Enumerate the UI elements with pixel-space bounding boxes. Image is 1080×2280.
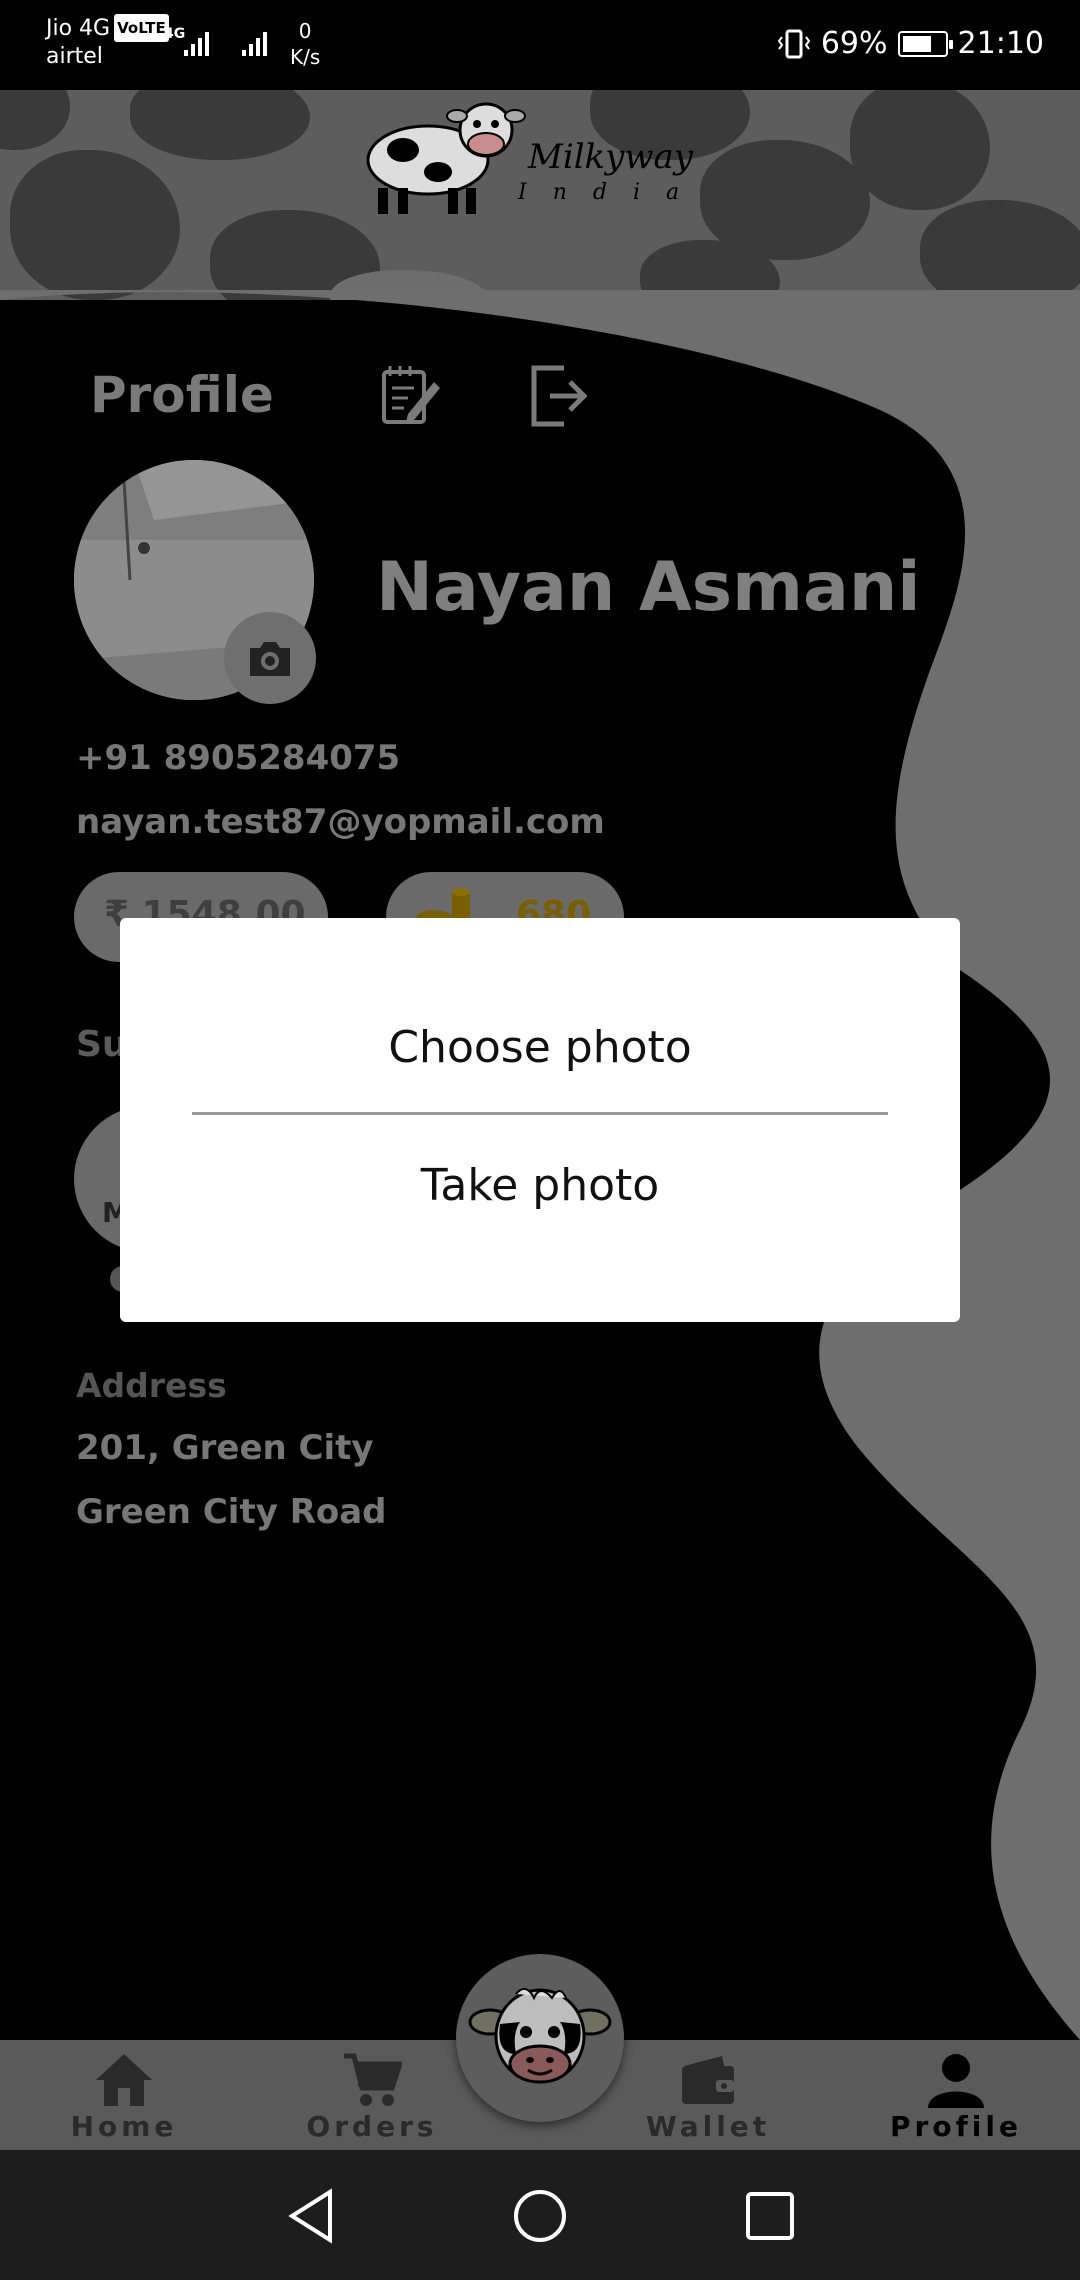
- clock: 21:10: [957, 26, 1044, 61]
- nav-orders-label: Orders: [306, 2110, 438, 2143]
- center-cow-button[interactable]: [456, 1954, 624, 2122]
- carrier-bottom: airtel: [46, 44, 103, 69]
- person-icon: [928, 2054, 984, 2108]
- logo-subtitle: India: [518, 180, 706, 205]
- carrier-top: Jio 4G: [46, 16, 111, 41]
- edit-note-icon: [382, 366, 440, 424]
- address-line1: 201, Green City: [76, 1428, 374, 1468]
- logout-icon: [531, 365, 588, 427]
- logout-button[interactable]: [528, 364, 588, 428]
- volte-badge: VoLTE: [114, 14, 169, 42]
- nav-wallet[interactable]: Wallet: [608, 2040, 808, 2150]
- status-bar: Jio 4G VoLTE airtel 4G 0 K/s 69% 21:10: [0, 0, 1080, 90]
- profile-title: Profile: [90, 366, 274, 424]
- cow-face-icon: [468, 1987, 612, 2084]
- signal-icon: 4G: [164, 26, 267, 56]
- nav-home-label: Home: [70, 2110, 178, 2143]
- cart-icon: [344, 2053, 402, 2106]
- dialog-divider: [192, 1112, 888, 1115]
- cow-logo-icon: [366, 102, 526, 214]
- nav-profile-label: Profile: [890, 2110, 1022, 2143]
- network-speed: 0 K/s: [290, 18, 320, 70]
- change-photo-button[interactable]: [224, 612, 316, 704]
- address-label: Address: [76, 1366, 227, 1405]
- user-name: Nayan Asmani: [376, 548, 921, 627]
- home-icon: [96, 2054, 152, 2106]
- nav-wallet-label: Wallet: [645, 2110, 771, 2143]
- wallet-icon: [682, 2056, 734, 2104]
- take-photo-option[interactable]: Take photo: [120, 1160, 960, 1211]
- carrier-info: Jio 4G VoLTE airtel: [46, 14, 169, 71]
- recents-icon[interactable]: [744, 2190, 796, 2242]
- home-circle-icon[interactable]: [512, 2188, 568, 2244]
- photo-source-dialog: Choose photo Take photo: [120, 918, 960, 1322]
- nav-orders[interactable]: Orders: [272, 2040, 472, 2150]
- nav-home[interactable]: Home: [24, 2040, 224, 2150]
- net-type-label: 4G: [164, 26, 185, 42]
- speed-unit: K/s: [290, 45, 321, 69]
- address-line2: Green City Road: [76, 1492, 387, 1532]
- signal-icons: 4G: [164, 22, 284, 66]
- vibrate-icon: [777, 29, 811, 58]
- status-right: 69% 21:10: [777, 26, 1044, 61]
- battery-percent: 69%: [820, 26, 888, 61]
- user-phone: +91 8905284075: [76, 738, 401, 778]
- choose-photo-option[interactable]: Choose photo: [120, 1022, 960, 1073]
- back-icon[interactable]: [286, 2188, 336, 2244]
- user-email: nayan.test87@yopmail.com: [76, 802, 605, 842]
- nav-profile[interactable]: Profile: [856, 2040, 1056, 2150]
- app-logo: Milkyway India: [358, 100, 718, 220]
- camera-icon: [250, 642, 290, 676]
- system-nav-bar: [0, 2150, 1080, 2280]
- battery-icon: [897, 30, 953, 57]
- speed-value: 0: [298, 19, 312, 43]
- edit-profile-button[interactable]: [378, 364, 442, 428]
- logo-title: Milkyway: [528, 137, 693, 177]
